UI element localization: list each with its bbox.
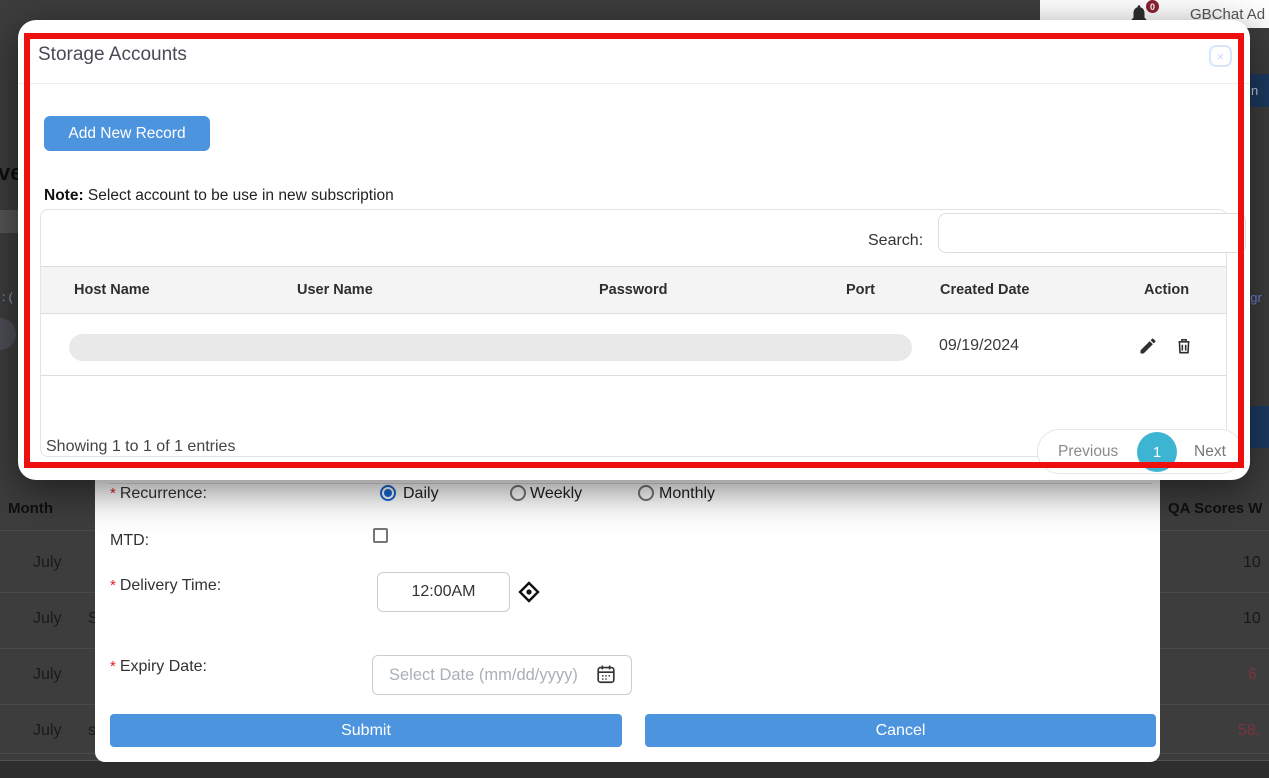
accounts-grid: Search: Host Name User Name Password Por…: [40, 209, 1227, 457]
subscription-form-modal: *Recurrence: Daily Weekly Monthly MTD: *…: [95, 455, 1160, 762]
mtd-checkbox[interactable]: [373, 528, 388, 543]
edit-icon[interactable]: [1138, 336, 1158, 361]
background-month-table: Month July JulyS July Julys: [0, 480, 96, 760]
qa-score-value: 58.: [1238, 722, 1260, 740]
radio-daily-label[interactable]: Daily: [403, 485, 439, 503]
qa-column-header: QA Scores W: [1168, 500, 1262, 517]
delivery-time-label: *Delivery Time:: [110, 577, 221, 595]
qa-score-value: 6: [1248, 666, 1257, 684]
table-row: Julys: [33, 722, 61, 740]
col-host-name: Host Name: [74, 282, 150, 298]
search-label: Search:: [868, 232, 923, 250]
cancel-button[interactable]: Cancel: [645, 714, 1156, 747]
submit-button[interactable]: Submit: [110, 714, 622, 747]
mtd-label: MTD:: [110, 532, 149, 550]
expiry-date-input[interactable]: [372, 655, 632, 695]
radio-monthly-label[interactable]: Monthly: [659, 485, 715, 503]
add-new-record-button[interactable]: Add New Record: [44, 116, 210, 151]
qa-score-value: 10: [1243, 610, 1261, 628]
col-password: Password: [599, 282, 668, 298]
month-column-header: Month: [8, 500, 53, 517]
table-row: 09/19/2024: [41, 314, 1226, 376]
radio-daily[interactable]: [380, 485, 396, 501]
required-marker: *: [110, 485, 116, 502]
background-circle-fragment: [0, 318, 16, 350]
radio-monthly[interactable]: [638, 485, 654, 501]
background-qa-table: QA Scores W 10 10 6 58.: [1160, 480, 1269, 760]
calendar-icon[interactable]: [595, 663, 617, 690]
expiry-date-label: *Expiry Date:: [110, 658, 207, 676]
background-footer-strip: [0, 760, 1269, 778]
pagination: Previous 1 Next: [1037, 429, 1243, 474]
pagination-previous[interactable]: Previous: [1058, 443, 1118, 461]
search-input[interactable]: [938, 213, 1246, 253]
radio-weekly[interactable]: [510, 485, 526, 501]
screen: Month July JulyS July Julys QA Scores W …: [0, 0, 1269, 778]
divider: [109, 483, 1152, 484]
entries-summary: Showing 1 to 1 of 1 entries: [46, 438, 235, 456]
modal-title: Storage Accounts: [38, 44, 187, 66]
required-marker: *: [110, 577, 116, 594]
table-header-row: Host Name User Name Password Port Create…: [41, 266, 1226, 314]
divider: [18, 83, 1250, 84]
table-row: JulyS: [33, 610, 61, 628]
col-port: Port: [846, 282, 875, 298]
storage-accounts-modal: Storage Accounts × Add New Record Note: …: [18, 20, 1250, 480]
required-marker: *: [110, 658, 116, 675]
qa-score-value: 10: [1243, 554, 1261, 572]
redacted-account-data: [69, 334, 912, 361]
table-row: July: [33, 554, 61, 572]
delivery-time-input[interactable]: [377, 572, 510, 612]
col-user-name: User Name: [297, 282, 373, 298]
note-text: Note: Select account to be use in new su…: [44, 187, 394, 205]
radio-weekly-label[interactable]: Weekly: [530, 485, 582, 503]
close-icon[interactable]: ×: [1209, 45, 1232, 67]
background-bar-fragment: [0, 210, 20, 233]
recurrence-label: *Recurrence:: [110, 485, 207, 503]
table-row: July: [33, 666, 61, 684]
pagination-next[interactable]: Next: [1194, 443, 1226, 461]
time-picker-icon[interactable]: [517, 580, 541, 609]
col-action: Action: [1144, 282, 1189, 298]
background-text-fragment: : (: [2, 290, 13, 304]
pagination-page-1[interactable]: 1: [1137, 432, 1177, 472]
created-date-value: 09/19/2024: [939, 337, 1019, 355]
col-created-date: Created Date: [940, 282, 1029, 298]
delete-icon[interactable]: [1174, 336, 1194, 361]
notification-badge: 0: [1144, 0, 1161, 15]
